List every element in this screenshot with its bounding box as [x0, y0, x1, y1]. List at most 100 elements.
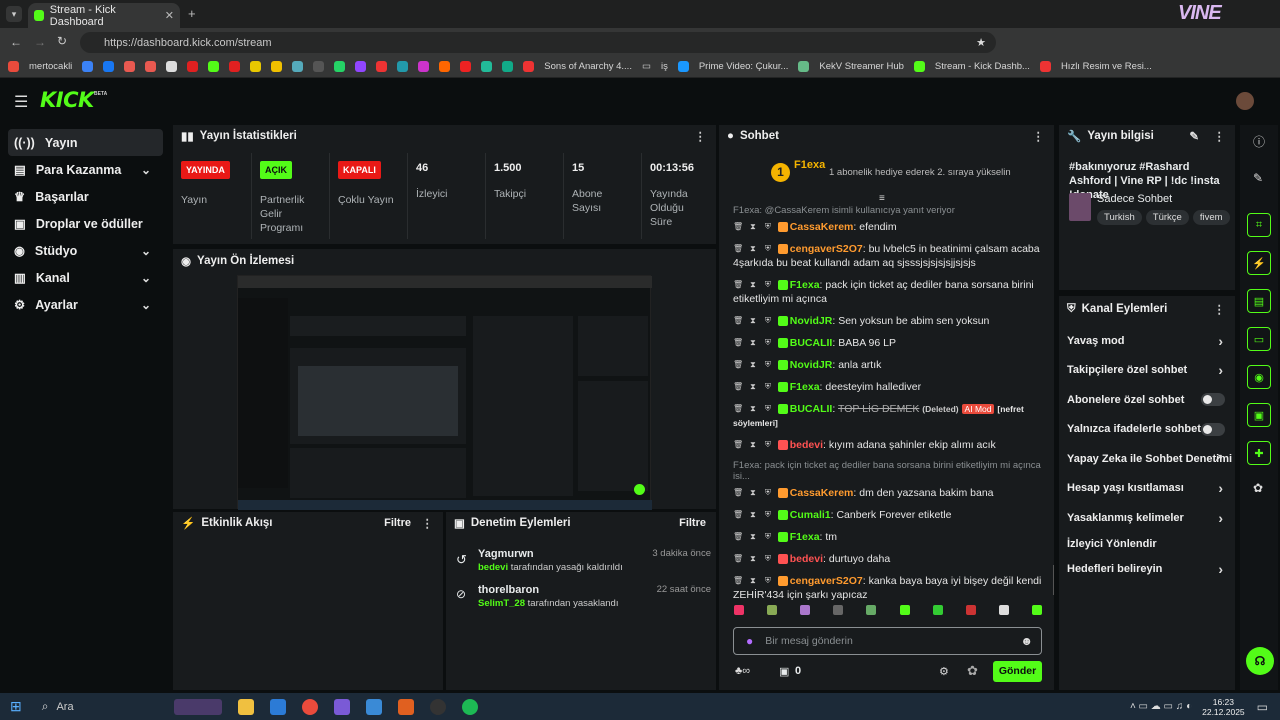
chat-message[interactable]: 🗑 ⧗ ⛨ F1exa: tm	[719, 530, 1054, 544]
notification-icon[interactable]: ▭	[1257, 700, 1268, 714]
sidebar-item-droplar[interactable]: ▣ Droplar ve ödüller	[0, 210, 163, 237]
back-icon[interactable]: ←	[10, 35, 22, 49]
ban-icon[interactable]: ⛨	[763, 488, 773, 498]
chat-username[interactable]: cengaverS2O7	[790, 243, 863, 255]
calculator-icon[interactable]	[270, 698, 287, 715]
action-host[interactable]: İzleyici Yönlendir	[1059, 533, 1235, 555]
action-goals[interactable]: Hedefleri belireyin ›	[1059, 555, 1235, 585]
chat-message[interactable]: 🗑 ⧗ ⛨ NovidJR: Sen yoksun be abim sen yo…	[719, 314, 1054, 328]
rail-button[interactable]: ▤	[1247, 289, 1271, 313]
timeout-icon[interactable]: ⧗	[748, 404, 758, 414]
reload-icon[interactable]: ↻	[57, 34, 67, 48]
chat-message[interactable]: 🗑 ⧗ ⛨ F1exa: pack için ticket aç dediler…	[719, 278, 1054, 306]
timeout-icon[interactable]: ⧗	[748, 382, 758, 392]
tray-icons[interactable]: ˄ ▭ ☁ ▭ ♫ ◐	[1130, 701, 1192, 712]
bookmark-star-icon[interactable]: ★	[976, 36, 986, 49]
delete-icon[interactable]: 🗑	[733, 576, 743, 586]
sidebar-item-yayin[interactable]: ((·)) Yayın	[8, 129, 163, 156]
chat-username[interactable]: NovidJR	[790, 315, 833, 327]
chat-message[interactable]: 🗑 ⧗ ⛨ bedevi: kıyım adana şahinler ekip …	[719, 438, 1054, 452]
emote-icon[interactable]	[866, 605, 877, 615]
action-ai-moderation[interactable]: Yapay Zeka ile Sohbet Denetimi ↗	[1059, 444, 1235, 474]
bookmark-item[interactable]: mertocakli	[29, 61, 72, 72]
bookmark-item[interactable]: Sons of Anarchy 4....	[544, 61, 632, 72]
ban-icon[interactable]: ⛨	[763, 532, 773, 542]
timeout-icon[interactable]: ⧗	[748, 222, 758, 232]
tag[interactable]: Turkish	[1097, 210, 1142, 225]
bookmark-item[interactable]: Stream - Kick Dashb...	[935, 61, 1030, 72]
clock-date[interactable]: 22.12.2025	[1202, 707, 1245, 717]
toggle-switch[interactable]	[1201, 393, 1225, 407]
chat-username[interactable]: NovidJR	[790, 359, 833, 371]
bookmark-item[interactable]: Prime Video: Çukur...	[699, 61, 789, 72]
timeout-icon[interactable]: ⧗	[748, 440, 758, 450]
widget-icon[interactable]	[174, 698, 223, 715]
rail-button[interactable]: ✚	[1247, 441, 1271, 465]
tab-search-button[interactable]: ▾	[6, 6, 22, 22]
action-account-age[interactable]: Hesap yaşı kısıtlaması ›	[1059, 474, 1235, 504]
chat-message[interactable]: 🗑 ⧗ ⛨ cengaverS2O7: bu lvbelc5 in beatin…	[719, 242, 1054, 270]
delete-icon[interactable]: 🗑	[733, 532, 743, 542]
emote-icon[interactable]	[1031, 605, 1042, 615]
rail-button[interactable]: ▭	[1247, 327, 1271, 351]
activity-filter-button[interactable]: Filtre	[384, 517, 411, 529]
more-icon[interactable]: ⋮	[1033, 129, 1045, 143]
mod-by[interactable]: SelimT_28	[478, 598, 525, 609]
delete-icon[interactable]: 🗑	[733, 554, 743, 564]
rail-button[interactable]: ⚡	[1247, 251, 1271, 275]
timeout-icon[interactable]: ⧗	[748, 244, 758, 254]
timeout-icon[interactable]: ⧗	[748, 280, 758, 290]
menu-icon[interactable]: ☰	[14, 92, 28, 112]
ban-icon[interactable]: ⛨	[763, 404, 773, 414]
obs-icon[interactable]	[430, 698, 447, 715]
clock-time[interactable]: 16:23	[1213, 697, 1234, 707]
ban-icon[interactable]: ⛨	[763, 338, 773, 348]
timeout-icon[interactable]: ⧗	[748, 316, 758, 326]
moderation-filter-button[interactable]: Filtre	[679, 517, 706, 529]
delete-icon[interactable]: 🗑	[733, 382, 743, 392]
delete-icon[interactable]: 🗑	[733, 280, 743, 290]
sidebar-item-para-kazanma[interactable]: ▤ Para Kazanma ⌄	[0, 156, 163, 183]
timeout-icon[interactable]: ⧗	[748, 532, 758, 542]
taskbar-search[interactable]: Ara	[56, 701, 166, 713]
chat-message[interactable]: 🗑 ⧗ ⛨ bedevi: durtuyo daha	[719, 552, 1054, 566]
chat-username[interactable]: CassaKerem	[790, 221, 854, 233]
emote-icon[interactable]	[800, 605, 811, 615]
chat-scrollbar[interactable]	[1053, 565, 1054, 595]
chat-username[interactable]: bedevi	[790, 553, 823, 565]
collapse-icon[interactable]: ≡	[879, 193, 885, 204]
delete-icon[interactable]: 🗑	[733, 244, 743, 254]
emote-icon[interactable]	[767, 605, 778, 615]
chat-message[interactable]: 🗑 ⧗ ⛨ NovidJR: anla artık	[719, 358, 1054, 372]
timeout-icon[interactable]: ⧗	[748, 338, 758, 348]
spotify-icon[interactable]	[462, 698, 479, 715]
delete-icon[interactable]: 🗑	[733, 360, 743, 370]
tag[interactable]: fivem	[1192, 210, 1230, 225]
ban-icon[interactable]: ⛨	[763, 510, 773, 520]
chat-username[interactable]: Cumali1	[790, 509, 831, 521]
chat-username[interactable]: F1exa	[790, 531, 820, 543]
forward-icon[interactable]: →	[34, 35, 46, 49]
stream-preview-video[interactable]	[237, 275, 652, 510]
tab-close-icon[interactable]: ✕	[165, 9, 174, 22]
chat-username[interactable]: cengaverS2O7	[790, 575, 863, 587]
emote-icon[interactable]	[734, 605, 744, 615]
delete-icon[interactable]: 🗑	[733, 488, 743, 498]
chat-message[interactable]: 🗑 ⧗ ⛨ Cumali1: Canberk Forever etiketle	[719, 508, 1054, 522]
new-tab-button[interactable]: +	[188, 6, 196, 21]
action-subscribers-only[interactable]: Abonelere özel sohbet	[1059, 385, 1235, 415]
action-emote-only[interactable]: Yalnızca ifadelerle sohbet	[1059, 415, 1235, 445]
timeout-icon[interactable]: ⧗	[748, 554, 758, 564]
browser-tab[interactable]: Stream - Kick Dashboard ✕	[28, 3, 180, 28]
action-slow-mode[interactable]: Yavaş mod ›	[1059, 326, 1235, 356]
delete-icon[interactable]: 🗑	[733, 316, 743, 326]
avatar[interactable]	[1236, 92, 1254, 110]
ban-icon[interactable]: ⛨	[763, 440, 773, 450]
more-icon[interactable]: ⋮	[695, 129, 707, 143]
chat-username[interactable]: bedevi	[790, 439, 823, 451]
ban-icon[interactable]: ⛨	[763, 280, 773, 290]
delete-icon[interactable]: 🗑	[733, 338, 743, 348]
mic-icon[interactable]: ●	[746, 634, 753, 648]
ban-icon[interactable]: ⛨	[763, 576, 773, 586]
explorer-icon[interactable]	[238, 698, 255, 715]
